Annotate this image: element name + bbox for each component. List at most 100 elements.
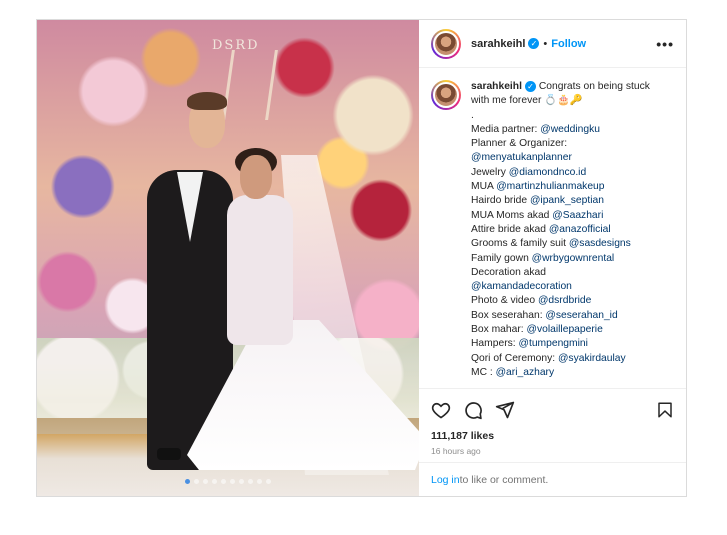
- caption-line: MUA @martinzhulianmakeup: [471, 180, 650, 194]
- carousel-dot: [266, 479, 271, 484]
- bride-dress-bodice: [227, 195, 293, 345]
- caption-line-text: Grooms & family suit: [471, 238, 569, 250]
- login-link[interactable]: Log in: [431, 474, 460, 486]
- carousel-dot: [212, 479, 217, 484]
- carousel-dot: [248, 479, 253, 484]
- carousel-dot: [185, 479, 190, 484]
- follow-button[interactable]: Follow: [551, 38, 586, 50]
- caption-line: Grooms & family suit @sasdesigns: [471, 237, 650, 251]
- bookmark-icon[interactable]: [656, 401, 674, 419]
- login-prompt-text: to like or comment.: [459, 473, 549, 486]
- mention-link[interactable]: @kamandadecoration: [471, 281, 572, 292]
- caption-line: Decoration akad: [471, 266, 650, 280]
- mention-link[interactable]: @martinzhulianmakeup: [496, 181, 604, 192]
- username-link[interactable]: sarahkeihl: [471, 38, 525, 50]
- more-options-icon[interactable]: •••: [656, 36, 674, 52]
- post-timestamp[interactable]: 16 hours ago: [419, 442, 686, 462]
- caption-line: Box seserahan: @seserahan_id: [471, 309, 650, 323]
- caption-line: with me forever 💍🎂🔑: [471, 94, 650, 108]
- caption-line: Hampers: @tumpengmini: [471, 337, 650, 351]
- carousel-dot: [194, 479, 199, 484]
- carousel-dot: [203, 479, 208, 484]
- caption-section: sarahkeihl ✓ Congrats on being stuck with…: [419, 68, 686, 388]
- caption-line-text: MUA: [471, 181, 497, 193]
- mention-link[interactable]: @diamondnco.id: [509, 167, 586, 178]
- share-icon[interactable]: [495, 400, 515, 420]
- caption-line-text: Jewelry: [471, 166, 509, 178]
- groom-shoes: [157, 448, 181, 460]
- carousel-dot: [257, 479, 262, 484]
- caption-line: Family gown @wrbygownrental: [471, 252, 650, 266]
- caption-line: Qori of Ceremony: @syakirdaulay: [471, 352, 650, 366]
- caption-line-text: Hampers:: [471, 338, 519, 350]
- avatar-image: [433, 30, 459, 57]
- post-header: sarahkeihl ✓ • Follow •••: [419, 20, 686, 68]
- caption-line: Planner & Organizer:: [471, 137, 650, 151]
- login-prompt: Log in to like or comment.: [419, 462, 686, 496]
- comment-icon[interactable]: [463, 400, 483, 420]
- instagram-post: DSRD sarahkeihl ✓ • Follow ••• sarahkeih…: [36, 19, 687, 497]
- caption-text: sarahkeihl ✓ Congrats on being stuck with…: [471, 80, 650, 382]
- caption-lines: with me forever 💍🎂🔑. Media partner: @wedd…: [471, 94, 650, 380]
- mention-link[interactable]: @syakirdaulay: [558, 353, 626, 364]
- mention-link[interactable]: @wrbygownrental: [532, 253, 615, 264]
- caption-line: Media partner: @weddingku: [471, 123, 650, 137]
- caption-line: MUA Moms akad @Saazhari: [471, 209, 650, 223]
- heart-icon[interactable]: [431, 400, 451, 420]
- mention-link[interactable]: @seserahan_id: [545, 310, 617, 321]
- caption-line-text: .: [471, 109, 474, 121]
- bride-head: [240, 155, 272, 199]
- caption-line: Jewelry @diamondnco.id: [471, 166, 650, 180]
- caption-first-line: sarahkeihl ✓ Congrats on being stuck: [471, 80, 650, 94]
- caption-line-text: Box mahar:: [471, 324, 527, 336]
- caption-intro: Congrats on being stuck: [538, 81, 650, 92]
- avatar-image: [433, 82, 459, 108]
- caption-line: @kamandadecoration: [471, 280, 650, 294]
- caption-line: .: [471, 109, 650, 123]
- mention-link[interactable]: @menyatukanplanner: [471, 152, 572, 163]
- monogram-logo: [222, 50, 278, 120]
- caption-line: Attire bride akad @anazofficial: [471, 223, 650, 237]
- caption-line: MC : @ari_azhary: [471, 366, 650, 380]
- mention-link[interactable]: @Saazhari: [552, 210, 603, 221]
- caption-line-text: Box seserahan:: [471, 309, 546, 321]
- mention-link[interactable]: @ipank_septian: [530, 195, 604, 206]
- caption-line-text: Attire bride akad: [471, 223, 549, 235]
- groom-hair: [187, 92, 227, 110]
- mention-link[interactable]: @volaillepaperie: [527, 324, 603, 335]
- mention-link[interactable]: @tumpengmini: [519, 338, 588, 349]
- caption-line-text: with me forever 💍🎂🔑: [471, 95, 583, 107]
- verified-badge-icon: ✓: [528, 38, 540, 49]
- caption-username[interactable]: sarahkeihl: [471, 81, 522, 92]
- carousel-dot: [221, 479, 226, 484]
- carousel-dot: [239, 479, 244, 484]
- caption-line-text: Qori of Ceremony:: [471, 352, 558, 364]
- caption-line: Hairdo bride @ipank_septian: [471, 194, 650, 208]
- caption-line-text: Decoration akad: [471, 266, 546, 278]
- post-sidebar: sarahkeihl ✓ • Follow ••• sarahkeihl ✓ Co…: [419, 20, 686, 496]
- caption-line: Box mahar: @volaillepaperie: [471, 323, 650, 337]
- avatar[interactable]: [431, 28, 461, 59]
- caption-line-text: Media partner:: [471, 123, 541, 135]
- carousel-indicator: [37, 479, 419, 484]
- caption-line-text: Hairdo bride: [471, 195, 530, 207]
- post-photo[interactable]: DSRD: [37, 20, 419, 496]
- caption-line-text: Family gown: [471, 252, 532, 264]
- caption-line-text: Photo & video: [471, 295, 538, 307]
- caption-line-text: MUA Moms akad: [471, 209, 553, 221]
- carousel-dot: [230, 479, 235, 484]
- action-bar: [419, 388, 686, 430]
- caption-line: @menyatukanplanner: [471, 151, 650, 165]
- caption-line-text: Planner & Organizer:: [471, 138, 568, 150]
- mention-link[interactable]: @ari_azhary: [496, 367, 555, 378]
- caption-avatar[interactable]: [431, 80, 461, 110]
- verified-badge-icon: ✓: [524, 81, 536, 92]
- mention-link[interactable]: @weddingku: [540, 124, 600, 135]
- mention-link[interactable]: @sasdesigns: [569, 238, 631, 249]
- mention-link[interactable]: @anazofficial: [549, 224, 611, 235]
- caption-line-text: MC :: [471, 366, 496, 378]
- separator-dot: •: [543, 37, 548, 50]
- likes-count[interactable]: 111,187 likes: [419, 430, 686, 442]
- caption-line: Photo & video @dsrdbride: [471, 294, 650, 308]
- mention-link[interactable]: @dsrdbride: [538, 295, 591, 306]
